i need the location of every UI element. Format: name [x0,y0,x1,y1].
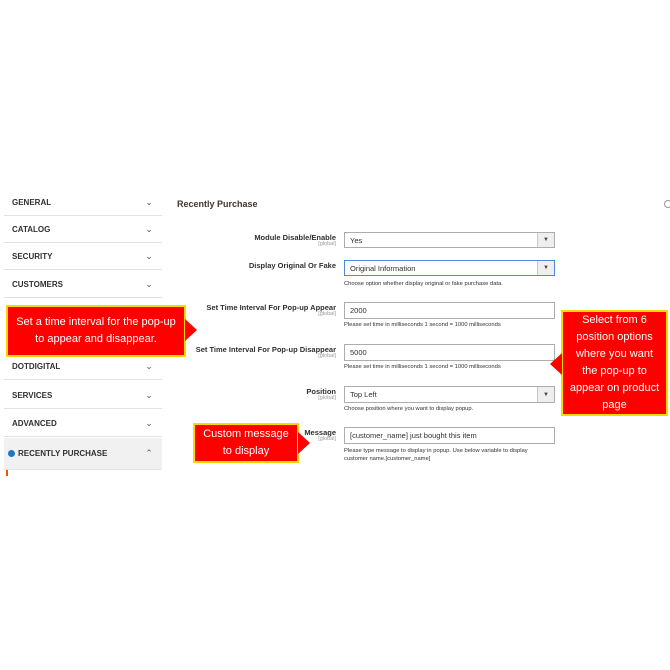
callout-text: Set a time interval for the pop-up to ap… [16,316,176,345]
sidebar-item-customers[interactable]: CUSTOMERS ⌄ [4,272,162,298]
scope-label: [global] [318,241,336,247]
scope-label: [global] [318,353,336,359]
chevron-down-icon: ⌄ [145,279,153,289]
display-type-label: Display Original Or Fake [248,261,336,270]
callout-arrow [185,319,197,341]
interval-callout: Set a time interval for the pop-up to ap… [6,305,186,357]
sidebar-item-services[interactable]: SERVICES ⌄ [4,383,162,409]
sidebar-item-catalog[interactable]: CATALOG ⌄ [4,217,162,243]
callout-text: Custom message to display [203,428,289,457]
scope-label: [global] [318,395,336,401]
sidebar-item-label: CATALOG [12,225,51,234]
sidebar-item-general[interactable]: GENERAL ⌄ [4,190,162,216]
sidebar-item-label: DOTDIGITAL [12,362,61,371]
sidebar-item-dotdigital[interactable]: DOTDIGITAL ⌄ [4,354,162,380]
select-value: Yes [350,235,363,245]
message-callout: Custom message to display [193,423,299,463]
appear-interval-input[interactable]: 2000 [344,302,555,319]
chevron-down-icon: ⌄ [145,224,153,234]
select-value: Original Information [350,263,416,273]
chevron-down-icon: ⌄ [145,390,153,400]
active-indicator [6,470,8,476]
sidebar-item-label: SERVICES [12,391,53,400]
message-note-line1: Please type message to display in popup.… [344,448,528,454]
disappear-interval-note: Please set time in milliseconds 1 second… [344,364,501,370]
input-value: [customer_name] just bought this item [350,431,477,440]
extension-logo-icon [8,450,15,457]
callout-arrow [298,432,310,454]
display-type-note: Choose option whether display original o… [344,281,503,287]
position-note: Choose position where you want to displa… [344,406,474,412]
input-value: 2000 [350,306,367,315]
section-title: Recently Purchase [177,199,258,209]
sidebar-item-label: SECURITY [12,252,53,261]
position-callout: Select from 6 position options where you… [561,310,668,416]
chevron-down-icon: ⌄ [145,197,153,207]
display-type-select[interactable]: Original Information ▼ [344,260,555,276]
chevron-up-icon: ⌃ [145,448,153,458]
disappear-interval-label: Set Time Interval For Pop-up Disappear [195,345,336,354]
appear-interval-note: Please set time in milliseconds 1 second… [344,322,501,328]
sidebar-item-label: ADVANCED [12,419,57,428]
callout-text: Select from 6 position options where you… [569,314,660,411]
position-select[interactable]: Top Left ▼ [344,386,555,403]
message-note-line2: customer name.[customer_name] [344,456,431,462]
callout-arrow [550,353,562,375]
dropdown-arrow-icon: ▼ [537,233,554,247]
scope-label: [global] [318,436,336,442]
dropdown-arrow-icon: ▼ [537,261,554,275]
select-value: Top Left [350,390,377,399]
collapse-icon[interactable] [664,200,670,208]
scope-label: [global] [318,311,336,317]
sidebar-item-label: CUSTOMERS [12,280,63,289]
chevron-down-icon: ⌄ [145,251,153,261]
sidebar-item-label: RECENTLY PURCHASE [18,449,108,458]
dropdown-arrow-icon: ▼ [537,387,554,402]
sidebar-item-label: GENERAL [12,198,52,207]
chevron-down-icon: ⌄ [145,361,153,371]
sidebar-item-recently-purchase[interactable]: RECENTLY PURCHASE ⌃ [4,438,162,470]
input-value: 5000 [350,348,367,357]
sidebar-item-security[interactable]: SECURITY ⌄ [4,244,162,270]
disappear-interval-input[interactable]: 5000 [344,344,555,361]
appear-interval-label: Set Time Interval For Pop-up Appear [206,303,336,312]
message-input[interactable]: [customer_name] just bought this item [344,427,555,444]
module-enable-select[interactable]: Yes ▼ [344,232,555,248]
sidebar-item-advanced[interactable]: ADVANCED ⌄ [4,411,162,437]
chevron-down-icon: ⌄ [145,418,153,428]
